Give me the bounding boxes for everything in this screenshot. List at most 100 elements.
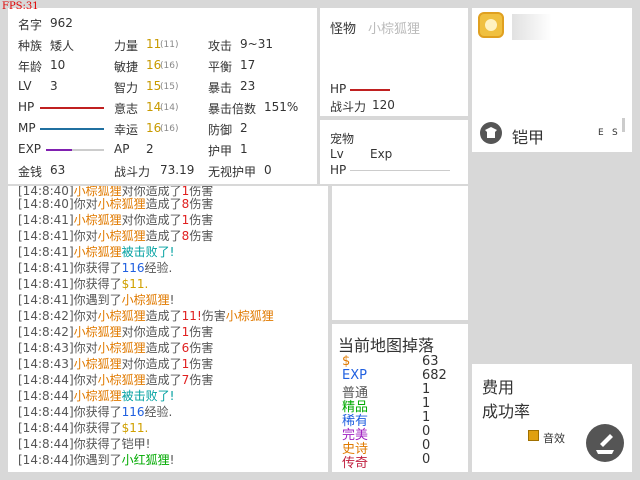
name-label: 名字 [18,18,43,32]
log-text: 造成了 [145,229,182,243]
log-text: 你对 [73,229,98,243]
log-timestamp: [14:8:41] [18,213,74,227]
mp-label: MP [18,121,36,135]
log-text: 小棕狐狸 [225,309,274,323]
crit-label: 暴击 [208,81,233,95]
gold-value: 63 [50,163,66,177]
log-line: [14:8:44]你对小棕狐狸造成了7伤害 [18,373,213,387]
fps-counter: FPS:31 [2,1,39,12]
agi-label: 敏捷 [114,60,139,74]
name-value: 962 [50,16,73,30]
log-timestamp: [14:8:43] [18,341,74,355]
log-line: [14:8:44]你遇到了小红狐狸! [18,453,174,467]
blank-panel [332,186,468,320]
log-timestamp: [14:8:43] [18,357,74,371]
monster-hp-label: HP [330,82,347,96]
drop-value: 1 [422,396,431,411]
drop-label: EXP [342,368,367,383]
log-timestamp: [14:8:41] [18,293,74,307]
armor-value: 1 [240,142,248,156]
faded-tab-icon [512,14,552,40]
log-timestamp: [14:8:42] [18,325,74,339]
drops-title: 当前地图掉落 [338,336,435,355]
age-label: 年龄 [18,60,43,74]
drop-value: 0 [422,452,431,467]
log-text: 对你造成了 [121,325,182,339]
equipment-panel: 铠甲 E S [472,8,632,152]
power-label: 战斗力 [114,165,151,179]
log-text: 小棕狐狸 [73,213,122,227]
log-timestamp: [14:8:44] [18,405,74,419]
equip-item-name[interactable]: 铠甲 [512,124,544,148]
scrollbar[interactable] [622,118,625,132]
log-line: [14:8:44]你获得了铠甲! [18,437,150,451]
log-line: [14:8:42]小棕狐狸对你造成了1伤害 [18,325,213,339]
character-stats-panel: 名字 962 种族 矮人 年龄 10 LV 3 HP MP EXP 金钱 63 … [8,8,317,184]
log-text: 你对 [73,197,98,211]
int-label: 智力 [114,81,139,95]
log-text: $11. [121,421,149,435]
int-value: 15 [146,79,162,93]
anvil-icon [596,450,614,454]
crit-mult-label: 暴击倍数 [208,102,257,116]
monster-power-label: 战斗力 [330,100,367,114]
drop-value: 63 [422,354,439,369]
monster-panel: 怪物 小棕狐狸 HP 战斗力 120 [320,8,468,116]
will-base: (14) [160,103,179,113]
sound-checkbox[interactable] [528,430,539,441]
log-text: 造成了 [145,341,182,355]
hammer-icon [600,434,613,447]
monster-label: 怪物 [330,22,357,37]
log-line: [14:8:41]你遇到了小棕狐狸! [18,293,174,307]
atk-label: 攻击 [208,39,233,53]
log-text: 伤害 [189,341,214,355]
log-text: 你获得了铠甲! [73,437,151,451]
log-text: $11. [121,277,149,291]
age-value: 10 [50,58,66,72]
ignore-armor-value: 0 [264,163,272,177]
log-text: 伤害 [189,197,214,211]
log-text: 伤害 [189,373,214,387]
def-label: 防御 [208,123,233,137]
hp-label: HP [18,100,35,114]
log-text: 小红狐狸 [121,453,170,467]
log-timestamp: [14:8:41] [18,229,74,243]
log-text: 你对 [73,373,98,387]
log-timestamp: [14:8:44] [18,421,74,435]
pet-hp-label: HP [330,163,347,177]
level-label: LV [18,79,32,93]
log-line: [14:8:43]你对小棕狐狸造成了6伤害 [18,341,213,355]
log-text: 你对 [73,309,98,323]
log-text: 116 [121,405,145,419]
craft-button[interactable] [586,424,624,462]
log-text: 你获得了 [73,261,122,275]
log-timestamp: [14:8:44] [18,389,74,403]
log-text: 伤害 [189,325,214,339]
ap-label: AP [114,142,130,156]
atk-value: 9~31 [240,37,273,51]
log-text: 你遇到了 [73,293,122,307]
balance-label: 平衡 [208,60,233,74]
hp-bar [40,107,104,109]
log-text: 伤害 [201,309,226,323]
log-text: 你遇到了 [73,453,122,467]
log-line: [14:8:44]你获得了$11. [18,421,148,435]
log-text: 小棕狐狸 [73,389,122,403]
log-text: 你获得了 [73,405,122,419]
log-text: 造成了 [145,373,182,387]
avatar[interactable] [478,12,504,38]
pet-panel: 宠物 Lv Exp HP [320,120,468,184]
log-text: 经验. [144,405,173,419]
power-value: 73.19 [160,163,195,177]
race-value: 矮人 [50,39,75,53]
combat-log[interactable]: [14:8:40]小棕狐狸对你造成了1伤害 [14:8:40]你对小棕狐狸造成了8… [8,186,328,472]
log-line: [14:8:44]小棕狐狸被击败了! [18,389,174,403]
cost-label: 费用 [482,378,515,397]
crit-mult-value: 151% [264,100,299,114]
ap-value: 2 [146,142,154,156]
crit-value: 23 [240,79,256,93]
log-line: [14:8:44]你获得了116经验. [18,405,172,419]
log-text: ! [169,293,175,307]
int-base: (15) [160,82,179,92]
sound-label: 音效 [543,432,565,445]
